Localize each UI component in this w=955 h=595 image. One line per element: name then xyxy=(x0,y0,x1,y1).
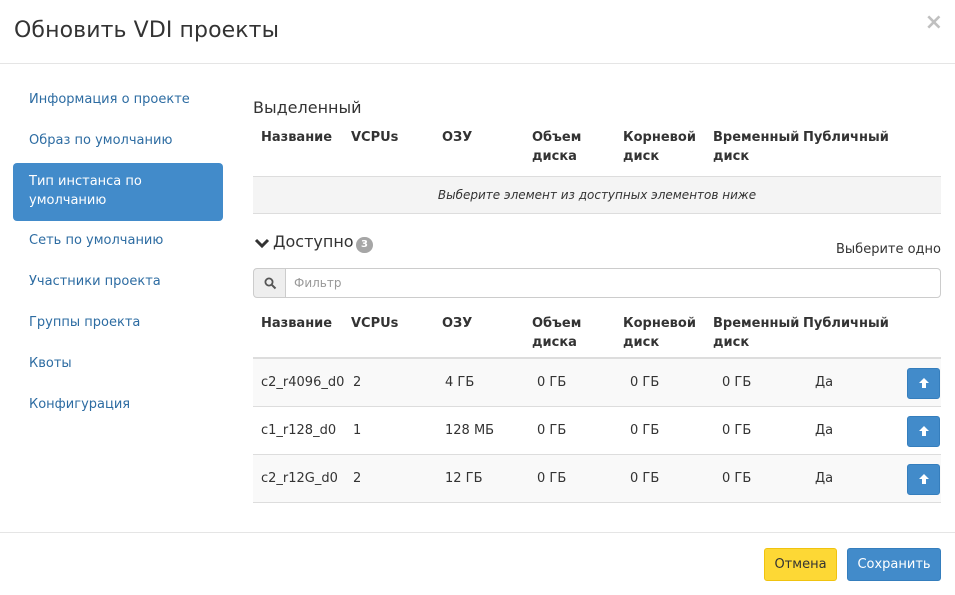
column-header-name[interactable]: Название xyxy=(261,314,332,333)
column-header-vcpus[interactable]: VCPUs xyxy=(351,314,398,333)
flavor-ephemeral-disk: 0 ГБ xyxy=(722,471,752,486)
allocated-title: Выделенный xyxy=(253,98,362,117)
flavor-name: c2_r12G_d0 xyxy=(261,471,338,486)
available-table-header: Название VCPUs ОЗУ Объем диска Корневой … xyxy=(253,311,941,359)
sidebar-item-project-info[interactable]: Информация о проекте xyxy=(13,80,223,121)
sidebar-item-project-groups[interactable]: Группы проекта xyxy=(13,303,223,344)
table-row[interactable]: c2_r12G_d0 2 12 ГБ 0 ГБ 0 ГБ 0 ГБ Да xyxy=(253,455,941,503)
flavor-ram: 12 ГБ xyxy=(445,471,483,486)
column-header-ram[interactable]: ОЗУ xyxy=(442,314,472,333)
flavor-root-disk: 0 ГБ xyxy=(630,423,660,438)
modal-footer: Отмена Сохранить xyxy=(0,532,955,595)
flavor-root-disk: 0 ГБ xyxy=(630,375,660,390)
search-icon xyxy=(253,268,286,298)
flavor-public: Да xyxy=(815,423,834,438)
filter-group xyxy=(253,268,941,298)
flavor-ram: 4 ГБ xyxy=(445,375,475,390)
sidebar-item-configuration[interactable]: Конфигурация xyxy=(13,385,223,426)
column-header-name[interactable]: Название xyxy=(261,128,332,147)
flavor-vcpus: 1 xyxy=(353,423,362,438)
flavor-vcpus: 2 xyxy=(353,471,362,486)
flavor-name: c1_r128_d0 xyxy=(261,423,337,438)
column-header-root-disk[interactable]: Корневой диск xyxy=(623,314,703,352)
flavor-ephemeral-disk: 0 ГБ xyxy=(722,375,752,390)
column-header-public[interactable]: Публичный xyxy=(803,128,889,147)
column-header-disk[interactable]: Объем диска xyxy=(532,314,612,352)
sidebar-item-default-image[interactable]: Образ по умолчанию xyxy=(13,121,223,162)
available-header[interactable]: Доступно 3 Выберите одно xyxy=(253,228,941,268)
allocate-button[interactable] xyxy=(907,464,940,495)
flavor-name: c2_r4096_d0 xyxy=(261,375,345,390)
flavor-disk: 0 ГБ xyxy=(537,375,567,390)
modal-header: Обновить VDI проекты × xyxy=(0,0,955,64)
filter-input[interactable] xyxy=(285,268,941,298)
column-header-vcpus[interactable]: VCPUs xyxy=(351,128,398,147)
sidebar-item-project-members[interactable]: Участники проекта xyxy=(13,262,223,303)
flavor-disk: 0 ГБ xyxy=(537,423,567,438)
available-count-badge: 3 xyxy=(356,237,373,253)
flavor-public: Да xyxy=(815,375,834,390)
arrow-up-icon xyxy=(919,474,929,484)
column-header-ephemeral-disk[interactable]: Временный диск xyxy=(713,314,799,352)
allocate-button[interactable] xyxy=(907,368,940,399)
wizard-sidebar: Информация о проекте Образ по умолчанию … xyxy=(13,80,223,426)
arrow-up-icon xyxy=(919,378,929,388)
column-header-root-disk[interactable]: Корневой диск xyxy=(623,128,703,166)
sidebar-item-default-network[interactable]: Сеть по умолчанию xyxy=(13,221,223,262)
column-header-public[interactable]: Публичный xyxy=(803,314,889,333)
flavor-disk: 0 ГБ xyxy=(537,471,567,486)
flavor-ephemeral-disk: 0 ГБ xyxy=(722,423,752,438)
flavor-public: Да xyxy=(815,471,834,486)
modal-title: Обновить VDI проекты xyxy=(14,18,280,43)
sidebar-item-quotas[interactable]: Квоты xyxy=(13,344,223,385)
column-header-ram[interactable]: ОЗУ xyxy=(442,128,472,147)
column-header-disk[interactable]: Объем диска xyxy=(532,128,612,166)
sidebar-item-default-flavor[interactable]: Тип инстанса по умолчанию xyxy=(13,163,223,221)
chevron-down-icon[interactable] xyxy=(254,237,270,251)
save-button[interactable]: Сохранить xyxy=(847,548,941,581)
select-one-hint: Выберите одно xyxy=(836,242,941,257)
allocated-table-header: Название VCPUs ОЗУ Объем диска Корневой … xyxy=(253,126,941,176)
available-title: Доступно xyxy=(273,232,354,251)
allocate-button[interactable] xyxy=(907,416,940,447)
flavor-root-disk: 0 ГБ xyxy=(630,471,660,486)
allocated-empty-message: Выберите элемент из доступных элементов … xyxy=(253,176,941,214)
flavor-vcpus: 2 xyxy=(353,375,362,390)
flavor-ram: 128 МБ xyxy=(445,423,495,438)
column-header-ephemeral-disk[interactable]: Временный диск xyxy=(713,128,799,166)
cancel-button[interactable]: Отмена xyxy=(764,548,837,581)
close-icon[interactable]: × xyxy=(925,10,943,36)
flavor-selection-panel: Выделенный Название VCPUs ОЗУ Объем диск… xyxy=(253,96,941,503)
table-row[interactable]: c1_r128_d0 1 128 МБ 0 ГБ 0 ГБ 0 ГБ Да xyxy=(253,407,941,455)
table-row[interactable]: c2_r4096_d0 2 4 ГБ 0 ГБ 0 ГБ 0 ГБ Да xyxy=(253,359,941,407)
arrow-up-icon xyxy=(919,426,929,436)
